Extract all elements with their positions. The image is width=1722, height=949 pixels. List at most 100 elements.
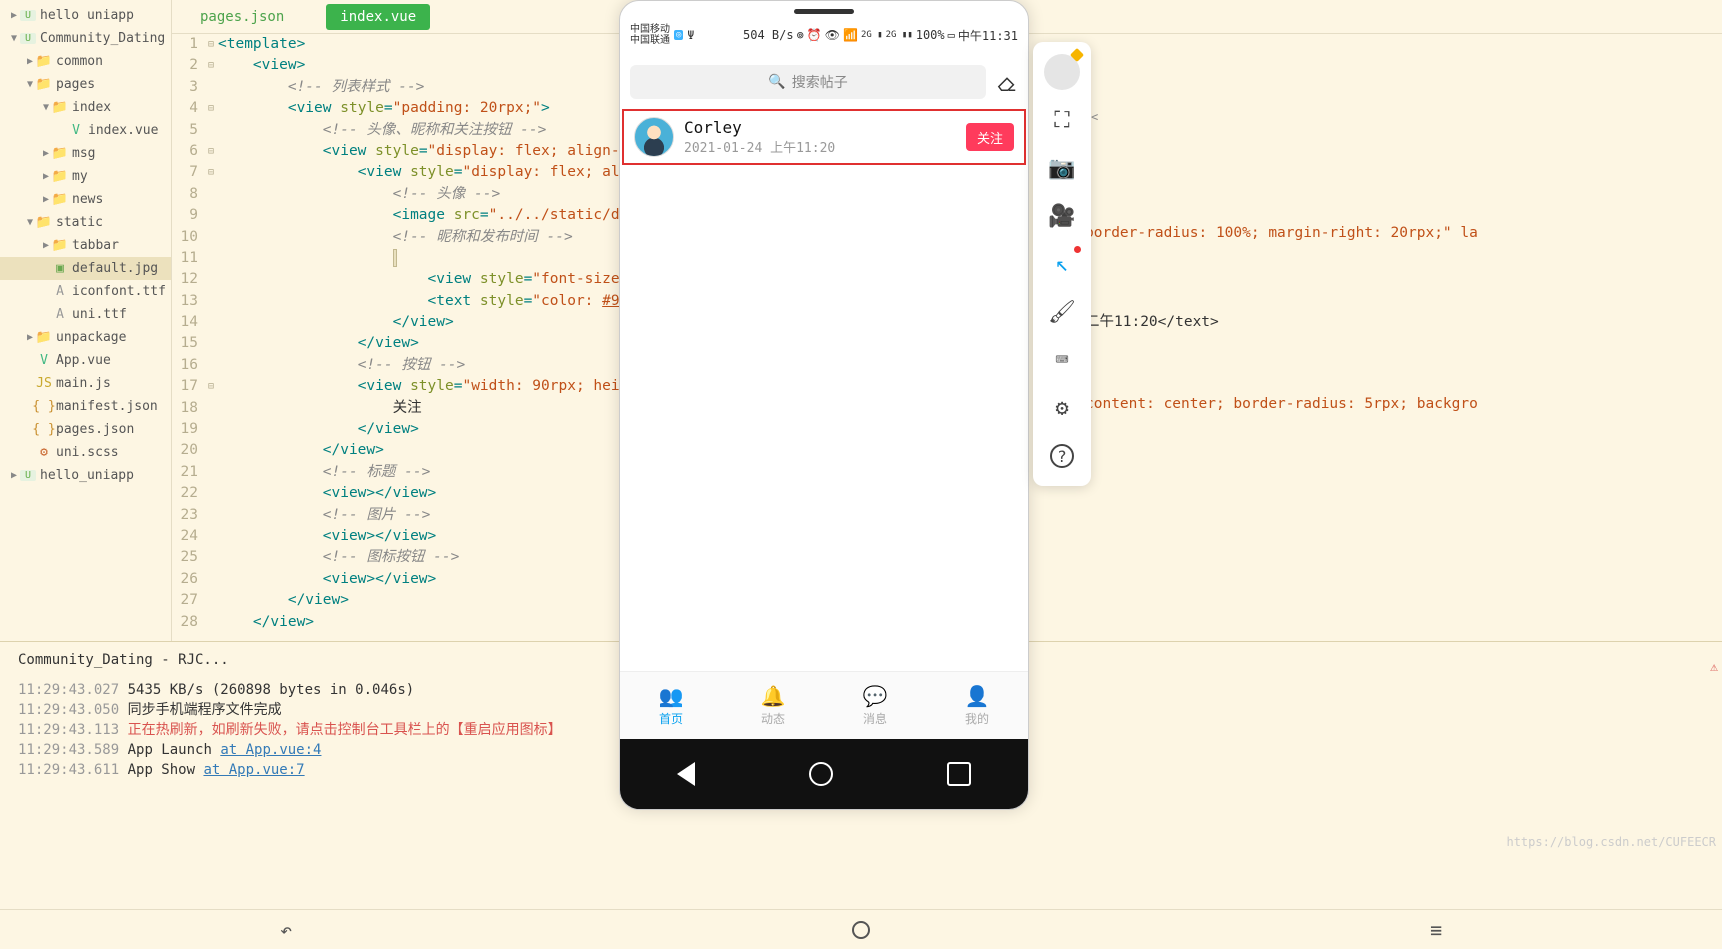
- expand-arrow-icon[interactable]: ▶: [8, 470, 20, 481]
- sys-menu-icon[interactable]: ≡: [1430, 918, 1442, 942]
- tree-item-uni-scss[interactable]: ⚙uni.scss: [0, 441, 171, 464]
- sys-back-icon[interactable]: ↶: [280, 918, 292, 942]
- tree-item-common[interactable]: ▶📁common: [0, 50, 171, 73]
- tree-item-tabbar[interactable]: ▶📁tabbar: [0, 234, 171, 257]
- tree-item-news[interactable]: ▶📁news: [0, 188, 171, 211]
- tree-item-index-vue[interactable]: Vindex.vue: [0, 119, 171, 142]
- tree-item-iconfont-ttf[interactable]: Aiconfont.ttf: [0, 280, 171, 303]
- console-link[interactable]: at App.vue:7: [203, 762, 304, 778]
- tree-item-my[interactable]: ▶📁my: [0, 165, 171, 188]
- search-row: 🔍 搜索帖子: [620, 59, 1028, 109]
- tree-label: tabbar: [72, 238, 119, 253]
- help-icon: ?: [1050, 444, 1074, 468]
- tabbar-label: 我的: [965, 710, 989, 727]
- tree-item-msg[interactable]: ▶📁msg: [0, 142, 171, 165]
- tab-pages-json[interactable]: pages.json: [186, 0, 298, 34]
- tree-item-pages[interactable]: ▼📁pages: [0, 73, 171, 96]
- post-item[interactable]: Corley 2021-01-24 上午11:20 关注: [622, 109, 1026, 165]
- file-explorer[interactable]: ▶Uhello uniapp▼UCommunity_Dating▶📁common…: [0, 0, 172, 641]
- tabbar-消息[interactable]: 💬消息: [824, 672, 926, 739]
- expand-arrow-icon[interactable]: ▼: [24, 79, 36, 90]
- expand-arrow-icon[interactable]: ▶: [40, 240, 52, 251]
- file-type-icon: V: [68, 123, 84, 138]
- file-type-icon: { }: [36, 399, 52, 414]
- fullscreen-icon: ⛶: [1054, 108, 1069, 133]
- tab-index-vue[interactable]: index.vue: [326, 4, 430, 30]
- tree-item-index[interactable]: ▼📁index: [0, 96, 171, 119]
- expand-arrow-icon[interactable]: ▶: [40, 194, 52, 205]
- watermark: https://blog.csdn.net/CUFEECR: [1506, 835, 1716, 849]
- tabbar-icon: 🔔: [761, 684, 786, 708]
- tabbar-label: 首页: [659, 710, 683, 727]
- tree-item-app-vue[interactable]: VApp.vue: [0, 349, 171, 372]
- tree-item-hello-uniapp[interactable]: ▶Uhello uniapp: [0, 4, 171, 27]
- expand-arrow-icon[interactable]: ▼: [40, 102, 52, 113]
- tree-item-hello_uniapp[interactable]: ▶Uhello_uniapp: [0, 464, 171, 487]
- tree-label: uni.ttf: [72, 307, 127, 322]
- file-type-icon: ⚙: [36, 445, 52, 460]
- nav-recent-icon[interactable]: [947, 762, 971, 786]
- file-type-icon: A: [52, 284, 68, 299]
- console-link[interactable]: at App.vue:4: [220, 742, 321, 758]
- hotspot-icon: ⊚: [797, 28, 804, 42]
- tool-avatar[interactable]: [1033, 48, 1091, 96]
- tree-item-community_dating[interactable]: ▼UCommunity_Dating: [0, 27, 171, 50]
- sys-home-icon[interactable]: [852, 921, 870, 939]
- search-input[interactable]: 🔍 搜索帖子: [630, 65, 986, 99]
- system-bottom-bar: ↶ ≡: [0, 909, 1722, 949]
- tabbar-label: 消息: [863, 710, 887, 727]
- nav-back-icon[interactable]: [677, 762, 695, 786]
- tool-record[interactable]: 🎥: [1033, 192, 1091, 240]
- code-overflow-line9: border-radius: 100%; margin-right: 20rpx…: [1085, 225, 1478, 241]
- expand-arrow-icon[interactable]: ▼: [24, 217, 36, 228]
- tabbar-首页[interactable]: 👥首页: [620, 672, 722, 739]
- signal-2g-2-icon: 2G ▮▮: [886, 30, 913, 40]
- notification-dot-icon: [1074, 246, 1081, 253]
- tree-item-main-js[interactable]: JSmain.js: [0, 372, 171, 395]
- tree-item-pages-json[interactable]: { }pages.json: [0, 418, 171, 441]
- wifi-icon: 📶: [843, 28, 858, 42]
- tool-fullscreen[interactable]: ⛶: [1033, 96, 1091, 144]
- expand-arrow-icon[interactable]: ▶: [24, 56, 36, 67]
- tabbar-我的[interactable]: 👤我的: [926, 672, 1028, 739]
- tabbar-动态[interactable]: 🔔动态: [722, 672, 824, 739]
- tool-settings[interactable]: ⚙: [1033, 384, 1091, 432]
- tree-label: pages: [56, 77, 95, 92]
- expand-arrow-icon[interactable]: ▼: [8, 33, 20, 44]
- follow-button[interactable]: 关注: [966, 123, 1014, 151]
- search-placeholder: 搜索帖子: [792, 72, 848, 92]
- usb-icon: Ψ: [687, 28, 694, 42]
- expand-arrow-icon[interactable]: ▶: [8, 10, 20, 21]
- camera-icon: 📷: [1048, 156, 1075, 181]
- file-type-icon: 📁: [36, 215, 52, 230]
- eraser-icon[interactable]: [996, 71, 1018, 93]
- file-type-icon: 📁: [52, 169, 68, 184]
- search-icon: 🔍: [768, 74, 785, 90]
- nav-home-icon[interactable]: [809, 762, 833, 786]
- tree-label: unpackage: [56, 330, 126, 345]
- expand-arrow-icon[interactable]: ▶: [40, 148, 52, 159]
- expand-arrow-icon[interactable]: ▶: [40, 171, 52, 182]
- tree-label: common: [56, 54, 103, 69]
- file-type-icon: ▣: [52, 261, 68, 276]
- tree-label: hello_uniapp: [40, 468, 134, 483]
- expand-arrow-icon[interactable]: ▶: [24, 332, 36, 343]
- tree-item-default-jpg[interactable]: ▣default.jpg: [0, 257, 171, 280]
- toolbar-collapse-icon[interactable]: <: [1091, 110, 1098, 124]
- tree-item-static[interactable]: ▼📁static: [0, 211, 171, 234]
- tool-help[interactable]: ?: [1033, 432, 1091, 480]
- tool-brush[interactable]: 🖌: [1033, 288, 1091, 336]
- tool-cursor[interactable]: ↖: [1033, 240, 1091, 288]
- tree-item-unpackage[interactable]: ▶📁unpackage: [0, 326, 171, 349]
- post-username: Corley: [684, 118, 966, 137]
- warning-icon: ⚠: [1710, 660, 1718, 675]
- tree-item-manifest-json[interactable]: { }manifest.json: [0, 395, 171, 418]
- avatar[interactable]: [634, 117, 674, 157]
- tool-keyboard[interactable]: ⌨: [1033, 336, 1091, 384]
- file-type-icon: A: [52, 307, 68, 322]
- file-type-icon: U: [20, 33, 36, 44]
- brush-icon: 🖌: [1048, 300, 1076, 325]
- file-type-icon: JS: [36, 376, 52, 391]
- tool-camera[interactable]: 📷: [1033, 144, 1091, 192]
- tree-item-uni-ttf[interactable]: Auni.ttf: [0, 303, 171, 326]
